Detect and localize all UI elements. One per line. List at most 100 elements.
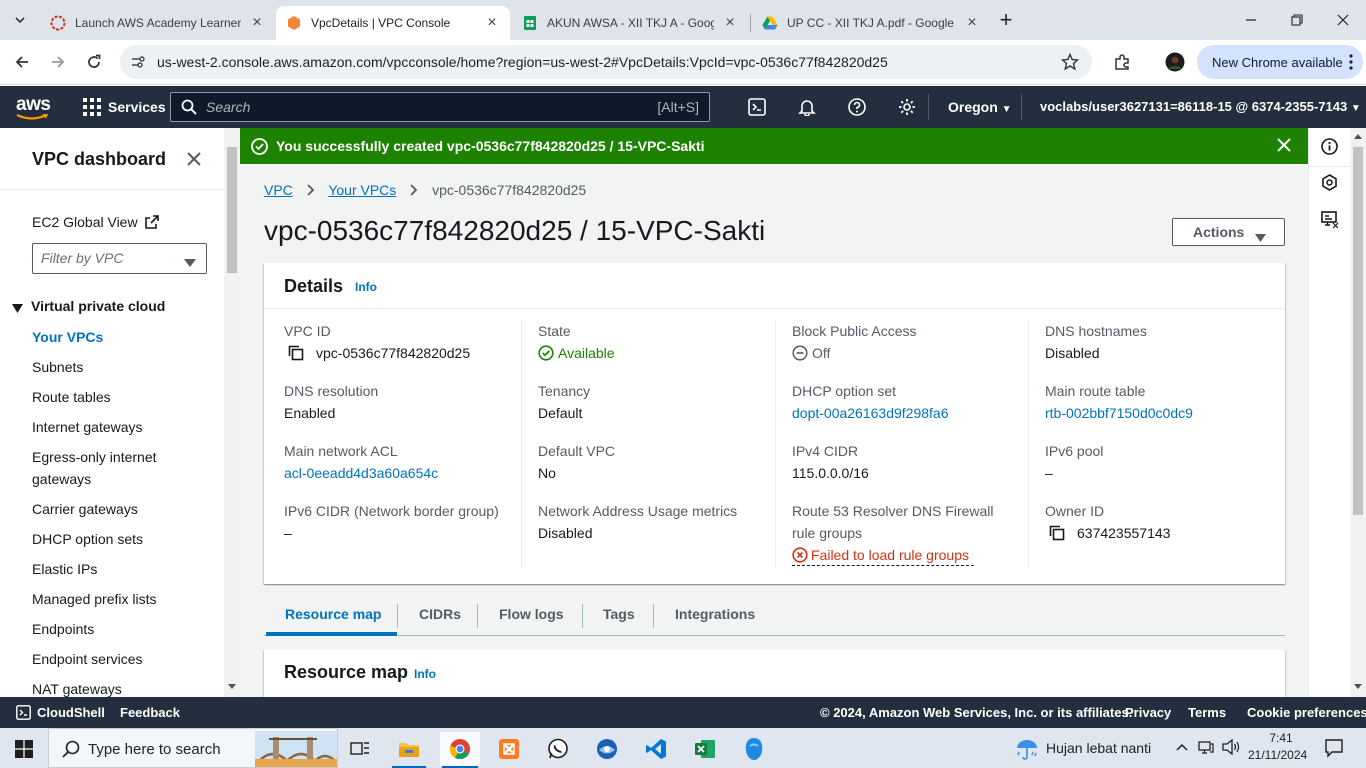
browser-tab-learner-lab[interactable]: Launch AWS Academy Learner Lab × (40, 6, 275, 40)
actions-button[interactable]: Actions (1172, 218, 1285, 246)
forward-arrow-icon[interactable] (44, 48, 72, 76)
hexagon-settings-icon[interactable] (1321, 174, 1338, 194)
resource-map-info-link[interactable]: Info (414, 667, 436, 681)
close-tab-icon[interactable]: × (722, 14, 738, 32)
sidebar-item-route-tables[interactable]: Route tables (32, 386, 111, 408)
back-arrow-icon[interactable] (8, 48, 36, 76)
address-bar[interactable]: us-west-2.console.aws.amazon.com/vpccons… (120, 45, 1092, 79)
sidebar-item-dhcp-option-sets[interactable]: DHCP option sets (32, 528, 143, 550)
sidenav-title[interactable]: VPC dashboard (32, 149, 166, 170)
sidebar-item-internet-gateways[interactable]: Internet gateways (32, 416, 143, 438)
bookmark-star-icon[interactable] (1060, 52, 1080, 74)
browser-tab-drive[interactable]: UP CC - XII TKJ A.pdf - Google Drive × (752, 6, 990, 40)
section-expanded-caret-icon[interactable] (12, 300, 23, 316)
thunderbird-icon[interactable] (587, 732, 627, 766)
network-icon[interactable] (1198, 740, 1214, 757)
excel-icon[interactable] (685, 732, 725, 766)
sidebar-item-egress-only-internet-gateways[interactable]: Egress-only internet gateways (32, 446, 182, 490)
scrollbar-thumb[interactable] (227, 147, 237, 273)
tab-resource-map[interactable]: Resource map (285, 606, 381, 622)
chevron-up-icon[interactable] (1176, 741, 1188, 757)
speaker-icon[interactable] (1222, 738, 1240, 758)
taskbar-search-box[interactable]: Type here to search (48, 728, 338, 768)
aws-search-input[interactable]: Search [Alt+S] (170, 92, 710, 122)
tab-search-icon[interactable] (8, 8, 32, 32)
copy-icon[interactable] (288, 345, 304, 364)
scroll-down-arrow-icon[interactable] (228, 684, 236, 689)
filter-by-vpc-select[interactable]: Filter by VPC (32, 243, 207, 274)
sidebar-item-endpoint-services[interactable]: Endpoint services (32, 648, 143, 670)
clock-time[interactable]: 7:41 (1266, 731, 1296, 745)
tab-cidrs[interactable]: CIDRs (419, 606, 461, 622)
copy-icon[interactable] (1049, 525, 1065, 544)
main-route-table-link[interactable]: rtb-002bbf7150d0c0dc9 (1045, 403, 1193, 423)
info-panel-icon[interactable] (1321, 138, 1338, 158)
tab-tags[interactable]: Tags (603, 606, 635, 622)
minimize-window-button[interactable] (1239, 8, 1263, 32)
close-tab-icon[interactable]: × (964, 14, 980, 32)
ec2-global-view-link[interactable]: EC2 Global View (32, 211, 160, 233)
close-sidenav-icon[interactable] (186, 151, 202, 170)
new-tab-button[interactable]: + (994, 7, 1018, 32)
details-info-link[interactable]: Info (355, 280, 377, 294)
reload-icon[interactable] (80, 48, 108, 76)
dismiss-banner-icon[interactable] (1277, 138, 1291, 155)
xampp-icon[interactable] (489, 732, 529, 766)
services-menu[interactable]: Services (108, 99, 166, 115)
cloudshell-link[interactable]: CloudShell (37, 705, 105, 720)
breadcrumb-your-vpcs[interactable]: Your VPCs (328, 182, 396, 198)
privacy-link[interactable]: Privacy (1125, 705, 1171, 720)
sidebar-item-endpoints[interactable]: Endpoints (32, 618, 94, 640)
sidebar-item-subnets[interactable]: Subnets (32, 356, 83, 378)
sidenav-scrollbar[interactable] (224, 128, 240, 697)
extensions-puzzle-icon[interactable] (1108, 48, 1136, 76)
clock-date[interactable]: 21/11/2024 (1248, 748, 1307, 762)
feedback-link[interactable]: Feedback (120, 705, 180, 720)
cloudshell-icon[interactable] (746, 96, 768, 118)
scroll-up-arrow-icon[interactable] (1354, 134, 1362, 139)
page-scrollbar[interactable] (1350, 128, 1366, 697)
dhcp-option-set-link[interactable]: dopt-00a26163d9f298fa6 (792, 403, 948, 423)
sidebar-item-your-vpcs[interactable]: Your VPCs (32, 326, 103, 348)
aws-logo[interactable]: aws (16, 94, 51, 120)
section-virtual-private-cloud[interactable]: Virtual private cloud (31, 295, 165, 317)
whatsapp-icon[interactable] (538, 732, 578, 766)
scrollbar-thumb[interactable] (1353, 147, 1363, 515)
site-info-icon[interactable] (130, 54, 146, 73)
app-blue-icon[interactable] (734, 732, 774, 766)
close-tab-icon[interactable]: × (484, 14, 500, 32)
sidebar-item-nat-gateways[interactable]: NAT gateways (32, 678, 122, 697)
weather-rain-icon[interactable] (1014, 737, 1040, 764)
main-network-acl-link[interactable]: acl-0eeadd4d3a60a654c (284, 463, 438, 483)
feedback-screen-icon[interactable] (1321, 211, 1339, 232)
help-icon[interactable] (846, 96, 868, 118)
new-chrome-available-button[interactable]: New Chrome available (1197, 45, 1363, 79)
tab-integrations[interactable]: Integrations (675, 606, 755, 622)
tab-flow-logs[interactable]: Flow logs (499, 606, 564, 622)
sidebar-item-managed-prefix-lists[interactable]: Managed prefix lists (32, 588, 157, 610)
windows-start-icon[interactable] (4, 732, 44, 766)
vscode-icon[interactable] (636, 732, 676, 766)
browser-tab-sheets[interactable]: AKUN AWSA - XII TKJ A - Google Sheets × (512, 6, 748, 40)
weather-text[interactable]: Hujan lebat nanti (1046, 740, 1151, 756)
route53-firewall-error[interactable]: Failed to load rule groups (811, 545, 969, 565)
file-explorer-icon[interactable] (389, 732, 429, 766)
notifications-bell-icon[interactable] (796, 96, 818, 118)
scroll-down-arrow-icon[interactable] (1354, 684, 1362, 689)
services-grid-icon[interactable] (83, 98, 101, 119)
account-menu[interactable]: voclabs/user3627131=86118-15 @ 6374-2355… (1040, 99, 1361, 114)
chrome-icon[interactable] (440, 732, 480, 766)
sidebar-item-elastic-ips[interactable]: Elastic IPs (32, 558, 97, 580)
cookie-preferences-link[interactable]: Cookie preferences (1247, 705, 1366, 720)
terms-link[interactable]: Terms (1188, 705, 1226, 720)
sidebar-item-carrier-gateways[interactable]: Carrier gateways (32, 498, 138, 520)
close-tab-icon[interactable]: × (249, 14, 265, 32)
settings-gear-icon[interactable] (896, 96, 918, 118)
notification-center-icon[interactable] (1324, 738, 1344, 761)
browser-tab-vpc-console[interactable]: VpcDetails | VPC Console × (276, 6, 510, 40)
breadcrumb-vpc[interactable]: VPC (264, 182, 293, 198)
close-window-button[interactable] (1331, 8, 1355, 32)
profile-avatar[interactable] (1161, 48, 1189, 76)
region-selector[interactable]: Oregon ▼ (948, 99, 1012, 115)
restore-window-button[interactable] (1285, 8, 1309, 32)
